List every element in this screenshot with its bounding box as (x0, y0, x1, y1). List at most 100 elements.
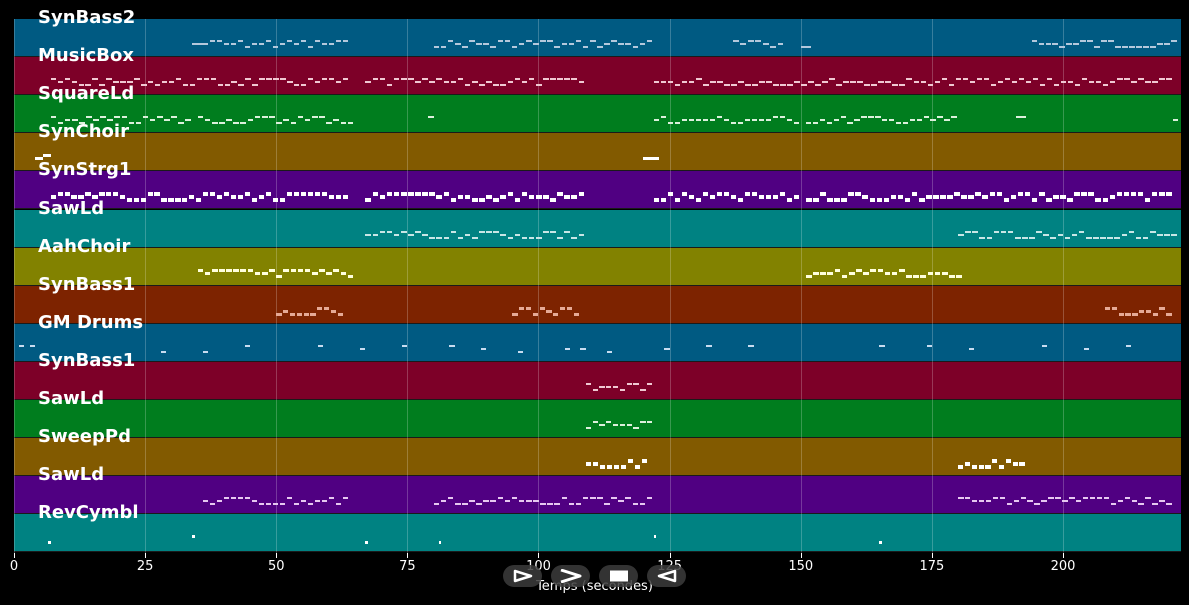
note (578, 192, 585, 197)
note (429, 192, 435, 197)
track-lane (14, 438, 1181, 477)
note (1125, 344, 1132, 347)
note (554, 503, 560, 506)
note (869, 198, 876, 203)
note (557, 78, 563, 81)
note (660, 198, 667, 203)
note (203, 78, 210, 81)
note (883, 198, 890, 203)
note (976, 78, 983, 81)
note (422, 192, 428, 197)
note (142, 116, 149, 119)
note (1149, 230, 1156, 233)
note (154, 192, 160, 197)
note (276, 122, 282, 125)
note (197, 268, 204, 272)
stop-button[interactable] (599, 565, 638, 587)
note (454, 43, 461, 45)
note (751, 119, 758, 122)
note (773, 84, 779, 87)
note (126, 198, 133, 203)
rewind-button[interactable] (647, 565, 686, 587)
note (627, 459, 634, 464)
note (415, 81, 421, 84)
note (254, 271, 261, 275)
note (507, 81, 514, 84)
note (557, 236, 563, 239)
note (1159, 500, 1165, 503)
note (469, 40, 475, 42)
note (1015, 116, 1027, 119)
track-lane (14, 19, 1181, 58)
note (983, 78, 990, 81)
note (819, 119, 826, 122)
note (674, 198, 681, 203)
note (1159, 306, 1165, 310)
note (731, 84, 737, 87)
note (1131, 81, 1137, 84)
note (450, 198, 457, 203)
note (372, 233, 379, 236)
note (808, 81, 814, 84)
note (1011, 81, 1018, 84)
x-tick (800, 553, 802, 558)
note (372, 192, 379, 197)
note (1024, 192, 1031, 197)
note (667, 192, 674, 197)
note (1046, 78, 1053, 81)
note (1159, 192, 1165, 197)
note (738, 81, 744, 84)
note (321, 192, 328, 197)
note (667, 122, 674, 125)
note (486, 195, 492, 200)
note (979, 236, 985, 239)
note (632, 46, 639, 48)
note (606, 465, 613, 470)
note (840, 116, 846, 119)
note (247, 268, 254, 272)
note (347, 122, 354, 125)
play-button[interactable] (503, 565, 542, 587)
note (640, 388, 646, 391)
note (319, 268, 325, 272)
note (379, 195, 386, 200)
track-lane (14, 361, 1181, 400)
note (564, 195, 570, 200)
note (185, 119, 191, 122)
note (347, 274, 354, 278)
note (1081, 78, 1088, 81)
note (855, 192, 861, 197)
note (57, 192, 64, 197)
note (999, 497, 1006, 500)
note (848, 271, 855, 275)
note (328, 78, 335, 81)
note (585, 382, 591, 385)
note (272, 46, 279, 48)
note (386, 230, 393, 233)
track-lane (14, 57, 1181, 96)
note (793, 195, 800, 200)
note (978, 500, 985, 503)
note (585, 462, 592, 467)
note (293, 192, 300, 197)
fast-forward-button[interactable] (551, 565, 590, 587)
note (913, 81, 920, 84)
note (464, 195, 471, 200)
note (1031, 40, 1037, 42)
note (119, 195, 126, 200)
track-label: GM Drums (38, 311, 144, 333)
note (820, 271, 826, 275)
note (251, 198, 258, 203)
note (891, 271, 898, 275)
note (660, 116, 667, 119)
note (1118, 312, 1124, 316)
note (1074, 192, 1080, 197)
note (1032, 78, 1039, 81)
note (335, 503, 342, 506)
note (906, 78, 912, 81)
track-label: MusicBox (38, 45, 134, 67)
note (829, 78, 835, 81)
note (307, 78, 314, 81)
note (1102, 84, 1109, 87)
note (296, 312, 302, 316)
